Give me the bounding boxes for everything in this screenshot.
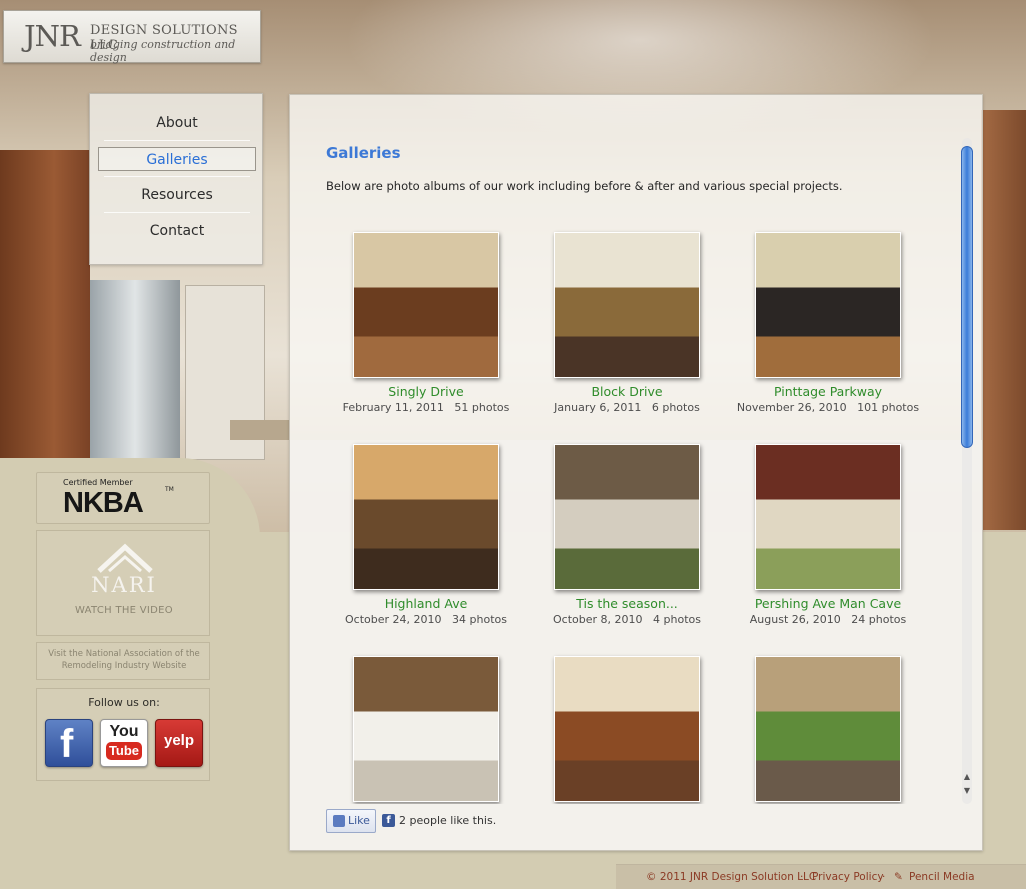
nav-divider: [104, 140, 250, 141]
copyright: © 2011 JNR Design Solution LLC: [646, 871, 817, 883]
facebook-glyph: f: [60, 722, 74, 766]
scroll-thumb[interactable]: [961, 146, 973, 448]
album-meta: October 8, 2010 4 photos: [527, 613, 727, 626]
watch-video-label: WATCH THE VIDEO: [75, 605, 173, 616]
album-date: February 11, 2011: [342, 401, 444, 414]
main-nav: About Galleries Resources Contact: [89, 93, 263, 265]
album-title[interactable]: Pershing Ave Man Cave: [728, 596, 928, 611]
album-count: 24 photos: [851, 613, 907, 626]
album-date: October 8, 2010: [553, 613, 643, 626]
like-button[interactable]: Like: [326, 809, 376, 833]
album-title[interactable]: Tis the season...: [527, 596, 727, 611]
scroll-down-icon[interactable]: ▼: [961, 786, 973, 796]
like-count-text: 2 people like this.: [399, 814, 497, 827]
thumbs-up-icon: [333, 815, 345, 827]
album-meta: October 24, 2010 34 photos: [326, 613, 526, 626]
footer-separator: ·: [800, 871, 804, 883]
nav-item-about[interactable]: About: [98, 111, 256, 135]
nkba-logo: NKBA: [63, 487, 144, 519]
dark-kitchen-photo-icon[interactable]: [755, 232, 901, 378]
logo-mark: JNR: [24, 19, 81, 53]
nari-website-text: Visit the National Association of the Re…: [48, 649, 200, 671]
youtube-you: You: [109, 723, 139, 740]
nav-item-resources[interactable]: Resources: [98, 183, 256, 207]
bg-cabinet-left: [0, 150, 90, 460]
album-title[interactable]: Highland Ave: [326, 596, 526, 611]
album-date: October 24, 2010: [345, 613, 442, 626]
follow-title: Follow us on:: [88, 696, 160, 709]
pencil-media-link[interactable]: Pencil Media: [909, 871, 975, 883]
bg-fridge: [90, 280, 180, 460]
pencil-icon: ✎: [894, 871, 903, 883]
album-count: 34 photos: [452, 613, 507, 626]
like-label: Like: [348, 814, 370, 827]
album-date: November 26, 2010: [736, 401, 847, 414]
album-title[interactable]: Block Drive: [527, 384, 727, 399]
yelp-icon[interactable]: yelp: [155, 719, 203, 767]
page-title: Galleries: [326, 144, 401, 162]
album-date: January 6, 2011: [554, 401, 642, 414]
nav-item-contact[interactable]: Contact: [98, 219, 256, 243]
gallery-content: Galleries Below are photo albums of our …: [300, 110, 960, 804]
fireplace-photo-icon[interactable]: [554, 444, 700, 590]
bg-cabinet-right: [981, 110, 1026, 530]
privacy-policy-link[interactable]: Privacy Policy: [812, 871, 884, 883]
garden-photo-icon[interactable]: [755, 656, 901, 802]
page-intro: Below are photo albums of our work inclu…: [326, 179, 843, 193]
gallery-scrollbar[interactable]: ▲ ▼: [959, 138, 975, 804]
nav-item-galleries[interactable]: Galleries: [98, 147, 256, 171]
facebook-icon[interactable]: f: [45, 719, 93, 767]
logo-tagline: bridging construction and design: [90, 38, 236, 64]
nkba-badge[interactable]: Certified Member NKBA TM: [36, 472, 210, 524]
album-meta: February 11, 2011 51 photos: [326, 401, 526, 414]
house-roof-icon: [97, 543, 153, 573]
album-meta: August 26, 2010 24 photos: [728, 613, 928, 626]
youtube-tube: Tube: [106, 742, 142, 760]
album-count: 6 photos: [651, 401, 700, 414]
album-meta: January 6, 2011 6 photos: [527, 401, 727, 414]
yelp-glyph: yelp: [163, 732, 194, 749]
scroll-up-icon[interactable]: ▲: [961, 772, 973, 782]
site-footer: © 2011 JNR Design Solution LLC · Privacy…: [616, 864, 1026, 889]
fireplace-photo-icon[interactable]: [554, 232, 700, 378]
nari-video-badge[interactable]: NARI WATCH THE VIDEO: [36, 530, 210, 636]
stair-photo-icon[interactable]: [353, 656, 499, 802]
album-count: 4 photos: [653, 613, 701, 626]
footer-separator: ·: [882, 871, 886, 883]
nari-logo: NARI: [91, 573, 157, 597]
youtube-icon[interactable]: You Tube: [100, 719, 148, 767]
facebook-small-icon: f: [382, 814, 395, 827]
album-title[interactable]: Singly Drive: [326, 384, 526, 399]
album-meta: November 26, 2010 101 photos: [728, 401, 928, 414]
garage-photo-icon[interactable]: [755, 444, 901, 590]
album-count: 51 photos: [454, 401, 510, 414]
bg-counter: [230, 420, 290, 440]
nav-divider: [104, 176, 250, 177]
nav-divider: [104, 212, 250, 213]
social-follow-box: Follow us on: f You Tube yelp: [36, 688, 210, 781]
chandelier-photo-icon[interactable]: [353, 444, 499, 590]
nkba-tm: TM: [165, 486, 174, 493]
album-date: August 26, 2010: [749, 613, 841, 626]
nkba-certified-label: Certified Member: [63, 478, 133, 487]
album-title[interactable]: Pinttage Parkway: [728, 384, 928, 399]
album-count: 101 photos: [857, 401, 920, 414]
kitchen-photo-icon[interactable]: [353, 232, 499, 378]
site-logo[interactable]: JNR DESIGN SOLUTIONS LLC bridging constr…: [3, 10, 261, 64]
kitchen-photo-icon[interactable]: [554, 656, 700, 802]
nari-website-link[interactable]: Visit the National Association of the Re…: [36, 642, 210, 680]
